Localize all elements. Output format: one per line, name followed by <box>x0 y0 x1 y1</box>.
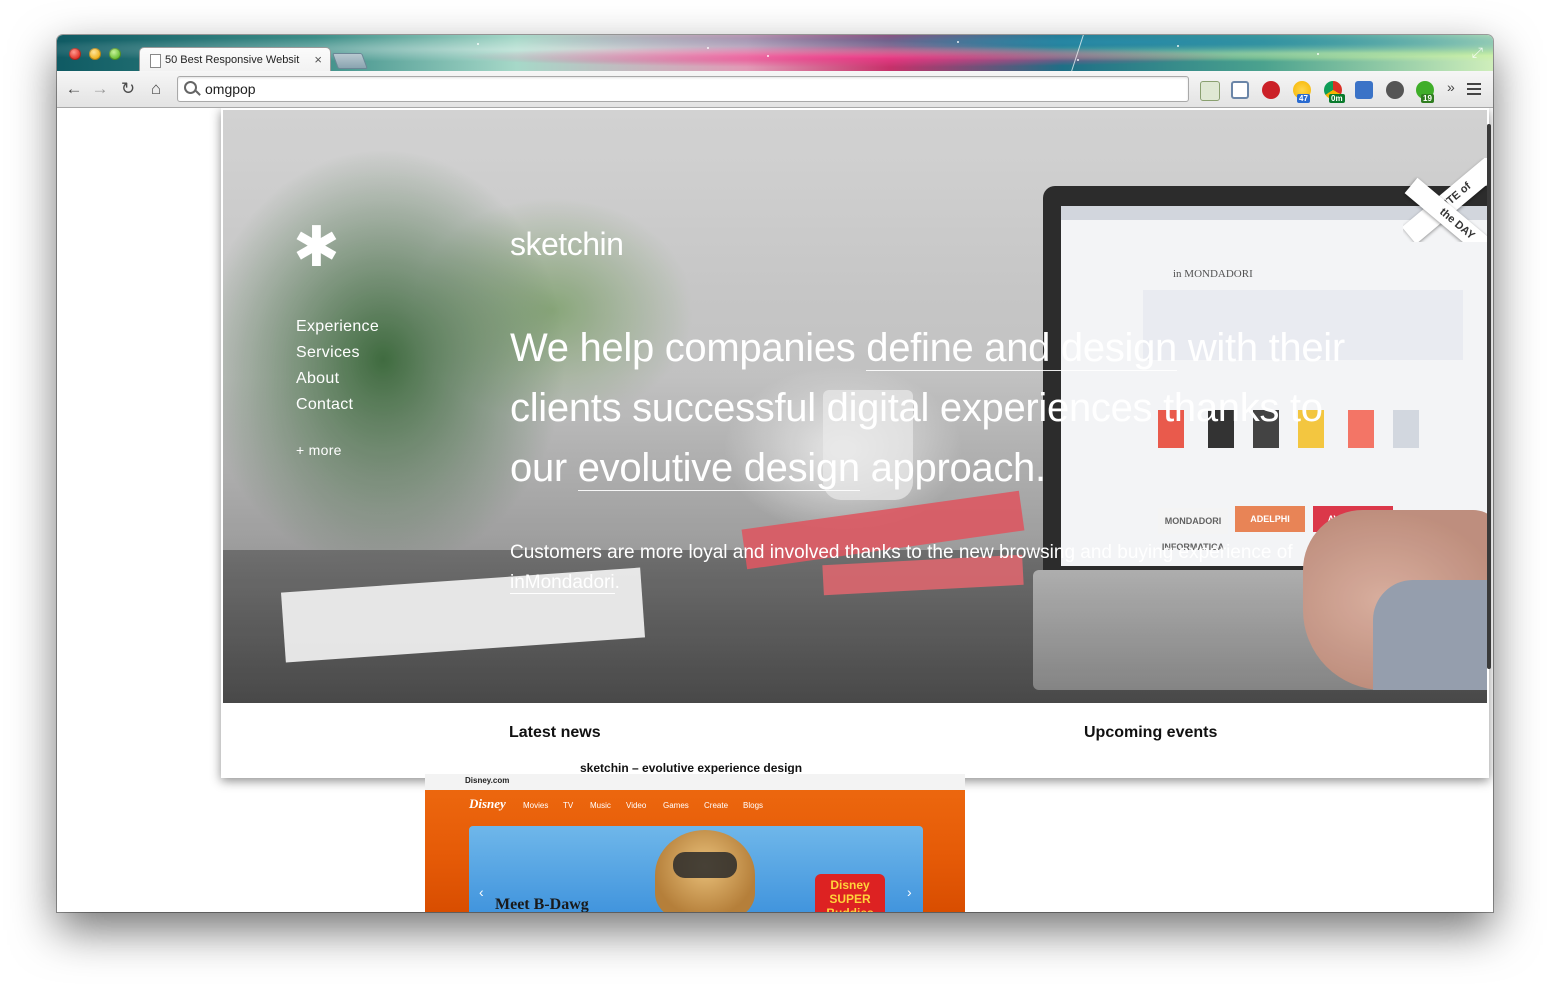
nav-services[interactable]: Services <box>296 344 379 370</box>
tab-title: 50 Best Responsive Websit <box>165 54 300 66</box>
site-nav: Experience Services About Contact + more <box>296 318 379 468</box>
disney-nav-item: Music <box>590 801 611 810</box>
site-of-the-day-ribbon[interactable]: SITE of the DAY <box>1403 158 1487 242</box>
nav-contact[interactable]: Contact <box>296 396 379 422</box>
subline-link-inmondadori[interactable]: inMondadori <box>510 572 615 594</box>
disney-nav-item: Video <box>626 801 647 810</box>
latest-news-heading: Latest news <box>509 724 601 741</box>
download-icon[interactable] <box>1355 81 1373 99</box>
gmail-badge: 0m <box>1329 94 1345 103</box>
goggles <box>673 852 737 878</box>
clock-icon[interactable] <box>1386 81 1404 99</box>
subline-text: Customers are more loyal and involved th… <box>510 542 1293 563</box>
brand-wordmark[interactable]: sketchin <box>510 226 624 263</box>
new-tab-button[interactable] <box>332 53 368 69</box>
reload-button[interactable]: ↻ <box>117 78 139 100</box>
disney-hero-caption: Meet B-Dawg <box>495 896 589 912</box>
home-button[interactable]: ⌂ <box>145 78 167 100</box>
search-icon <box>184 81 197 94</box>
hero-subline: Customers are more loyal and involved th… <box>510 538 1310 598</box>
extensions-overflow-icon[interactable]: » <box>1447 79 1455 95</box>
minimize-window-button[interactable] <box>89 48 101 60</box>
title-bar: 50 Best Responsive Websit × ⤢ <box>57 35 1493 71</box>
headline-link-evolutive-design[interactable]: evolutive design <box>577 446 860 491</box>
address-input[interactable]: omgpop <box>205 81 256 97</box>
subline-end: . <box>614 572 620 593</box>
close-window-button[interactable] <box>69 48 81 60</box>
asterisk-logo-icon[interactable]: ✱ <box>293 220 340 276</box>
back-button[interactable]: ← <box>63 78 85 100</box>
browser-window: 50 Best Responsive Websit × ⤢ ← → ↻ ⌂ om… <box>57 35 1493 912</box>
document-icon <box>150 54 161 68</box>
chevron-left-icon[interactable]: ‹ <box>479 884 484 900</box>
browser-toolbar: ← → ↻ ⌂ omgpop 47 0m 19 » <box>57 71 1493 108</box>
address-bar[interactable]: omgpop <box>177 76 1189 102</box>
forward-button[interactable]: → <box>89 78 111 100</box>
disney-nav-item: Create <box>704 801 729 810</box>
pinterest-icon[interactable] <box>1262 81 1280 99</box>
evernote-badge: 19 <box>1421 94 1434 103</box>
disney-logo: Disney <box>469 796 506 811</box>
page-content: in MONDADORI MONDADORI INFORMATICA ADELP… <box>57 108 1493 912</box>
hero-headline: We help companies define and design with… <box>510 318 1370 498</box>
forward-icon[interactable] <box>1200 81 1220 101</box>
disney-nav-item: Games <box>663 801 689 810</box>
headline-link-define-design[interactable]: define and design <box>866 326 1177 371</box>
nav-more[interactable]: + more <box>296 442 379 468</box>
nav-about[interactable]: About <box>296 370 379 396</box>
super-buddies-logo: Disney SUPER Buddies <box>815 874 885 912</box>
disney-topbar: Disney.com <box>425 774 965 790</box>
headline-text: approach. <box>859 446 1047 490</box>
headline-text: We help companies <box>510 326 867 370</box>
disney-domain: Disney.com <box>465 776 510 785</box>
hero-image: in MONDADORI MONDADORI INFORMATICA ADELP… <box>223 110 1487 703</box>
weather-badge: 47 <box>1297 94 1310 103</box>
maximize-window-button[interactable] <box>109 48 121 60</box>
tab-close-icon[interactable]: × <box>314 52 322 67</box>
browser-tab[interactable]: 50 Best Responsive Websit × <box>139 47 331 71</box>
preview-scrollbar[interactable] <box>1487 124 1491 669</box>
site-preview[interactable]: in MONDADORI MONDADORI INFORMATICA ADELP… <box>221 108 1491 778</box>
disney-nav-item: Movies <box>523 801 549 810</box>
window-icon[interactable] <box>1231 81 1249 99</box>
menu-icon[interactable] <box>1467 80 1481 98</box>
chevron-right-icon[interactable]: › <box>907 884 912 900</box>
disney-nav-item: TV <box>563 801 574 810</box>
disney-preview[interactable]: Disney.com Disney Movies TV Music Video … <box>425 774 965 912</box>
nav-experience[interactable]: Experience <box>296 318 379 344</box>
upcoming-events-heading: Upcoming events <box>1084 724 1218 741</box>
disney-nav-item: Blogs <box>743 801 764 810</box>
fullscreen-icon[interactable]: ⤢ <box>1472 44 1483 61</box>
